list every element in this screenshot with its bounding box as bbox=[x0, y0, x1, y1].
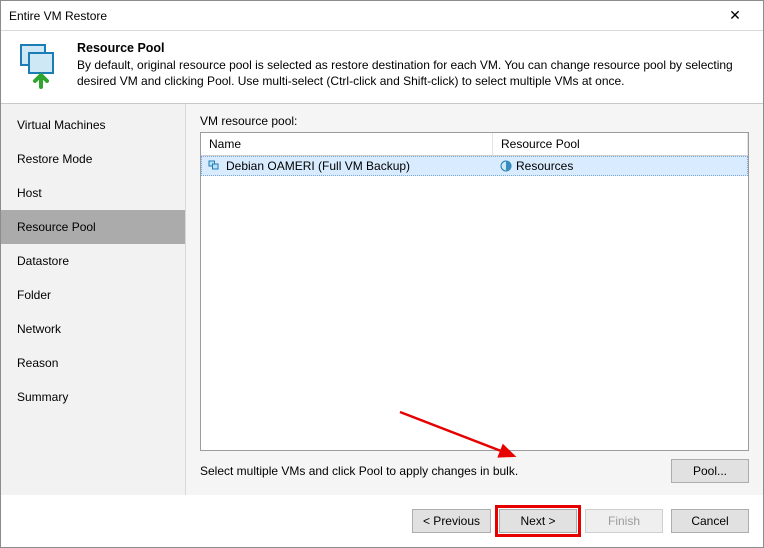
header-title: Resource Pool bbox=[77, 41, 749, 55]
titlebar: Entire VM Restore ✕ bbox=[1, 1, 763, 31]
sidebar-item-label: Network bbox=[17, 322, 61, 336]
column-header-name[interactable]: Name bbox=[201, 133, 493, 155]
hint-text: Select multiple VMs and click Pool to ap… bbox=[200, 464, 518, 478]
finish-button[interactable]: Finish bbox=[585, 509, 663, 533]
sidebar-item-virtual-machines[interactable]: Virtual Machines bbox=[1, 108, 185, 142]
cell-name-text: Debian OAMERI (Full VM Backup) bbox=[226, 159, 410, 173]
close-button[interactable]: ✕ bbox=[715, 7, 755, 24]
sidebar-item-label: Summary bbox=[17, 390, 68, 404]
sidebar-item-host[interactable]: Host bbox=[1, 176, 185, 210]
sidebar-item-datastore[interactable]: Datastore bbox=[1, 244, 185, 278]
sidebar-item-reason[interactable]: Reason bbox=[1, 346, 185, 380]
table-header: Name Resource Pool bbox=[201, 133, 748, 156]
window-title: Entire VM Restore bbox=[9, 9, 715, 23]
list-label: VM resource pool: bbox=[200, 114, 749, 128]
cell-name: Debian OAMERI (Full VM Backup) bbox=[202, 158, 494, 174]
sidebar-item-label: Host bbox=[17, 186, 42, 200]
cell-resource-pool-text: Resources bbox=[516, 159, 573, 173]
sidebar-item-folder[interactable]: Folder bbox=[1, 278, 185, 312]
sidebar-item-label: Resource Pool bbox=[17, 220, 96, 234]
wizard-header: Resource Pool By default, original resou… bbox=[1, 31, 763, 103]
next-button[interactable]: Next > bbox=[499, 509, 577, 533]
sidebar-item-label: Datastore bbox=[17, 254, 69, 268]
vm-resource-pool-table: Name Resource Pool Debian OAMERI (Full V… bbox=[200, 132, 749, 451]
wizard-body: Virtual Machines Restore Mode Host Resou… bbox=[1, 103, 763, 495]
sidebar-item-label: Virtual Machines bbox=[17, 118, 106, 132]
header-description: By default, original resource pool is se… bbox=[77, 57, 749, 89]
header-text: Resource Pool By default, original resou… bbox=[77, 41, 749, 89]
sidebar-item-label: Folder bbox=[17, 288, 51, 302]
wizard-main: VM resource pool: Name Resource Pool Deb… bbox=[186, 104, 763, 495]
sidebar-item-label: Restore Mode bbox=[17, 152, 92, 166]
table-body: Debian OAMERI (Full VM Backup) Resources bbox=[201, 156, 748, 450]
previous-button[interactable]: < Previous bbox=[412, 509, 491, 533]
wizard-window: Entire VM Restore ✕ Resource Pool By def… bbox=[0, 0, 764, 548]
resource-pool-icon bbox=[500, 160, 512, 172]
column-header-resource-pool[interactable]: Resource Pool bbox=[493, 133, 748, 155]
footer-hint-row: Select multiple VMs and click Pool to ap… bbox=[200, 459, 749, 483]
pool-button[interactable]: Pool... bbox=[671, 459, 749, 483]
wizard-buttons: < Previous Next > Finish Cancel bbox=[1, 495, 763, 547]
cancel-button[interactable]: Cancel bbox=[671, 509, 749, 533]
sidebar-item-network[interactable]: Network bbox=[1, 312, 185, 346]
vm-icon bbox=[208, 160, 222, 172]
resource-pool-header-icon bbox=[15, 41, 63, 89]
sidebar-item-resource-pool[interactable]: Resource Pool bbox=[1, 210, 185, 244]
wizard-sidebar: Virtual Machines Restore Mode Host Resou… bbox=[1, 104, 186, 495]
cell-resource-pool: Resources bbox=[494, 158, 747, 174]
sidebar-item-restore-mode[interactable]: Restore Mode bbox=[1, 142, 185, 176]
table-row[interactable]: Debian OAMERI (Full VM Backup) Resources bbox=[201, 156, 748, 176]
sidebar-item-summary[interactable]: Summary bbox=[1, 380, 185, 414]
sidebar-item-label: Reason bbox=[17, 356, 58, 370]
